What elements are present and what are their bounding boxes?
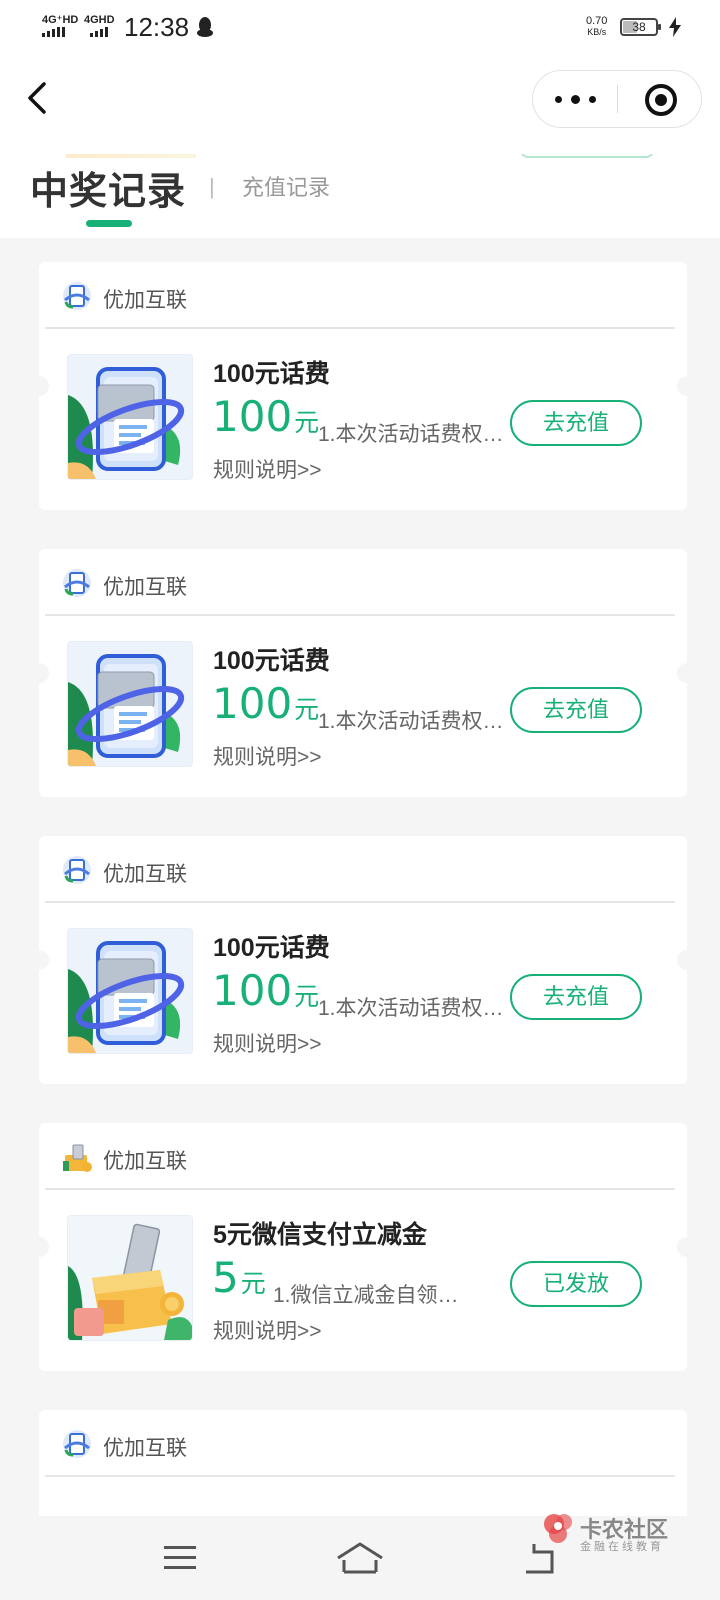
watermark-subtitle: 金融在线教育 bbox=[580, 1541, 664, 1553]
active-tab-indicator bbox=[86, 220, 132, 227]
amount-value: 100 bbox=[212, 679, 293, 728]
home-icon[interactable] bbox=[330, 1538, 390, 1578]
amount-unit: 元 bbox=[294, 983, 320, 1011]
rules-link[interactable]: 规则说明>> bbox=[213, 741, 322, 771]
recharge-button[interactable]: 去充值 bbox=[510, 687, 642, 733]
divider bbox=[45, 327, 675, 329]
prize-card: 优加互联 5元微信支付立减金 5元 1.微信立减金自领… 规则说明>> 已发放 bbox=[29, 1123, 697, 1371]
prize-description: 1.本次活动话费权… bbox=[318, 710, 504, 733]
charging-icon bbox=[669, 17, 681, 37]
prize-description: 1.本次活动话费权… bbox=[318, 423, 504, 446]
prize-title: 5元微信支付立减金 bbox=[213, 1221, 427, 1249]
signal-icon bbox=[90, 27, 122, 37]
merchant-logo-icon bbox=[63, 1144, 92, 1172]
recharge-button[interactable]: 去充值 bbox=[510, 974, 642, 1020]
prize-amount: 5元 bbox=[212, 1253, 266, 1302]
prize-card: 优加互联 100元话费 100元 1.本次活动话费权… 规则说明>> 去充值 bbox=[29, 262, 697, 510]
tab-prize-records[interactable]: 中奖记录 bbox=[30, 160, 186, 215]
prize-title: 100元话费 bbox=[213, 360, 330, 388]
amount-unit: 元 bbox=[294, 409, 320, 437]
amount-value: 100 bbox=[212, 392, 293, 441]
merchant-name: 优加互联 bbox=[103, 1150, 187, 1173]
battery-level: 38 bbox=[632, 20, 646, 34]
clock: 12:38 bbox=[124, 12, 190, 42]
network-speed: 0.70 KB/s bbox=[586, 16, 607, 38]
battery-icon: 38 bbox=[620, 18, 661, 36]
coin-box-icon bbox=[68, 1216, 192, 1340]
amount-unit: 元 bbox=[294, 696, 320, 724]
phone-bill-card-icon bbox=[68, 929, 192, 1053]
close-mini-program-button[interactable] bbox=[619, 71, 701, 127]
merchant-logo-icon bbox=[63, 282, 91, 310]
phone-bill-card-icon bbox=[68, 642, 192, 766]
merchant-logo-icon bbox=[63, 856, 91, 884]
merchant-name: 优加互联 bbox=[103, 863, 187, 886]
prize-image bbox=[67, 354, 193, 480]
back-arrow-icon[interactable] bbox=[22, 78, 52, 118]
tab-separator: | bbox=[209, 174, 215, 199]
divider bbox=[45, 1188, 675, 1190]
signal-icon bbox=[42, 27, 74, 37]
speed-unit: KB/s bbox=[587, 27, 607, 37]
amount-value: 100 bbox=[212, 966, 293, 1015]
prize-image bbox=[67, 1215, 193, 1341]
prize-description: 1.本次活动话费权… bbox=[318, 997, 504, 1020]
status-bar: 4G⁺HD 4GHD 12:38 0.70 KB/s 38 bbox=[0, 0, 720, 56]
prize-card: 优加互联 100元话费 100元 1.本次活动话费权… 规则说明>> 去充值 bbox=[29, 549, 697, 797]
network-indicator-1: 4G⁺HD bbox=[42, 14, 79, 26]
qq-penguin-icon bbox=[197, 17, 213, 37]
rules-link[interactable]: 规则说明>> bbox=[213, 454, 322, 484]
issued-status-button[interactable]: 已发放 bbox=[510, 1261, 642, 1307]
prize-title: 100元话费 bbox=[213, 647, 330, 675]
merchant-logo-icon bbox=[63, 1430, 91, 1458]
menu-icon[interactable] bbox=[150, 1538, 210, 1578]
mini-program-capsule bbox=[532, 70, 702, 128]
prize-image bbox=[67, 928, 193, 1054]
rules-link[interactable]: 规则说明>> bbox=[213, 1315, 322, 1345]
record-tabs: 中奖记录 | 充值记录 bbox=[0, 154, 720, 238]
speed-value: 0.70 bbox=[586, 15, 608, 27]
prize-image bbox=[67, 641, 193, 767]
prize-title: 100元话费 bbox=[213, 934, 330, 962]
recharge-button[interactable]: 去充值 bbox=[510, 400, 642, 446]
divider bbox=[45, 614, 675, 616]
navigation-bar bbox=[0, 56, 720, 154]
merchant-name: 优加互联 bbox=[103, 289, 187, 312]
divider bbox=[45, 1475, 675, 1477]
amount-unit: 元 bbox=[240, 1270, 266, 1298]
phone-bill-card-icon bbox=[68, 355, 192, 479]
watermark: 卡农社区 金融在线教育 bbox=[540, 1512, 710, 1553]
prize-description: 1.微信立减金自领… bbox=[273, 1284, 459, 1307]
merchant-name: 优加互联 bbox=[103, 576, 187, 599]
prize-amount: 100元 bbox=[212, 679, 319, 728]
merchant-logo-icon bbox=[63, 569, 91, 597]
tab-recharge-records[interactable]: 充值记录 bbox=[242, 170, 330, 202]
more-options-button[interactable] bbox=[533, 71, 617, 127]
prize-amount: 100元 bbox=[212, 392, 319, 441]
community-logo-icon bbox=[544, 1514, 572, 1543]
rules-link[interactable]: 规则说明>> bbox=[213, 1028, 322, 1058]
merchant-name: 优加互联 bbox=[103, 1437, 187, 1460]
capsule-divider bbox=[617, 85, 618, 113]
prize-amount: 100元 bbox=[212, 966, 319, 1015]
prize-card: 优加互联 100元话费 100元 1.本次活动话费权… 规则说明>> 去充值 bbox=[29, 836, 697, 1084]
amount-value: 5 bbox=[212, 1253, 239, 1302]
network-indicator-2: 4GHD bbox=[84, 14, 115, 26]
divider bbox=[45, 901, 675, 903]
